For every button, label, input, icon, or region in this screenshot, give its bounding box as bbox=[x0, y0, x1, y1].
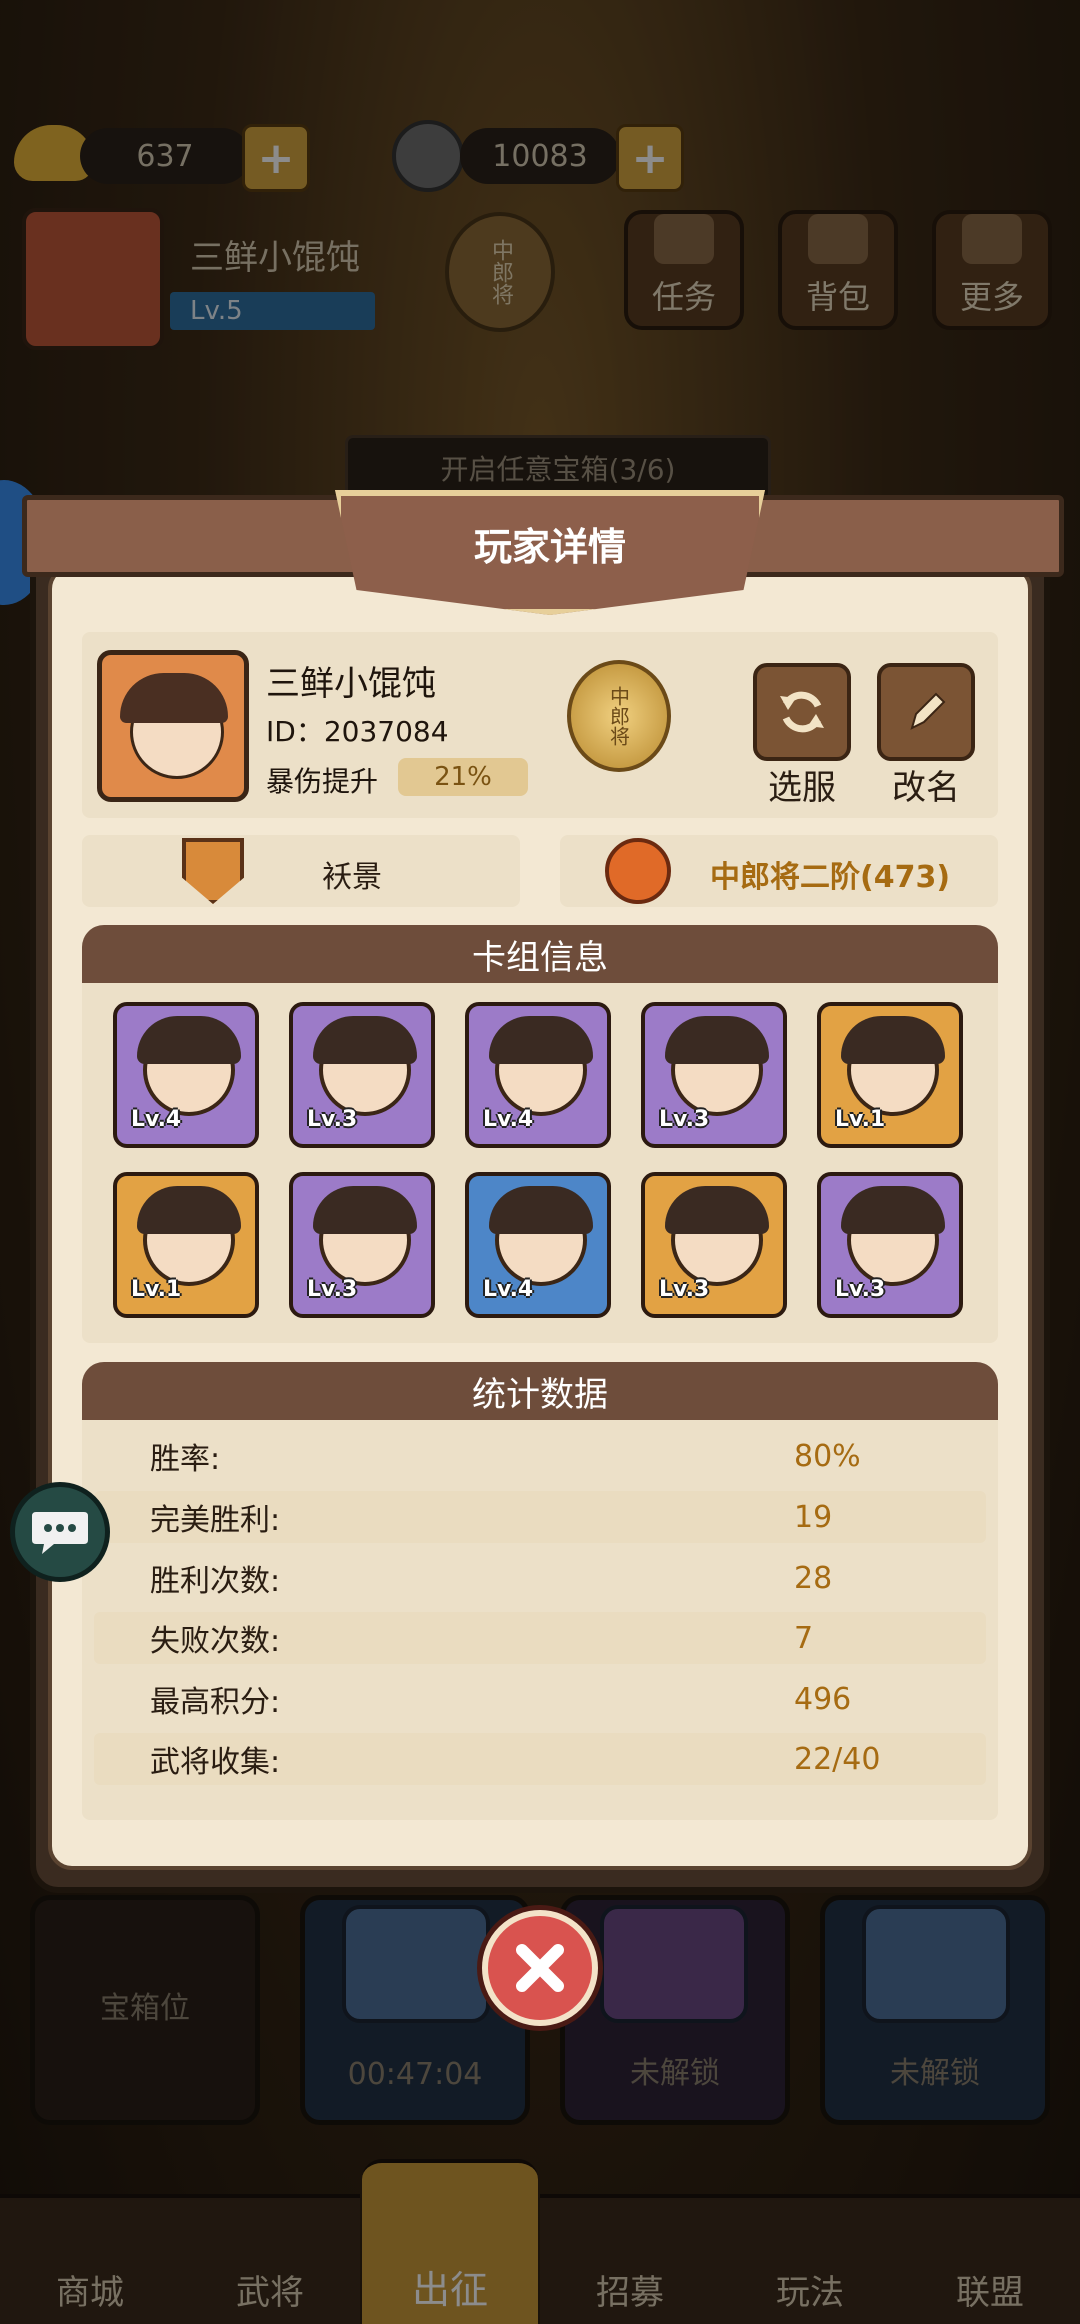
rank-pouch-icon bbox=[605, 838, 671, 904]
stat-value: 496 bbox=[794, 1681, 852, 1717]
refresh-icon bbox=[780, 691, 824, 733]
stat-value: 28 bbox=[794, 1560, 833, 1596]
card-level: Lv.3 bbox=[659, 1107, 710, 1132]
stat-value: 22/40 bbox=[794, 1741, 881, 1777]
stat-row-high-score: 最高积分: 496 bbox=[94, 1673, 986, 1725]
stats-header: 统计数据 bbox=[82, 1362, 998, 1420]
modal-title-text: 玩家详情 bbox=[473, 525, 626, 569]
stat-label: 胜率: bbox=[150, 1442, 221, 1477]
stat-value: 80% bbox=[794, 1438, 861, 1474]
switch-server-button[interactable] bbox=[753, 663, 851, 761]
card-level: Lv.3 bbox=[835, 1277, 886, 1302]
stat-row-collection: 武将收集: 22/40 bbox=[94, 1733, 986, 1785]
stat-label: 完美胜利: bbox=[150, 1503, 281, 1538]
stat-label: 最高积分: bbox=[150, 1685, 281, 1720]
card-level: Lv.4 bbox=[131, 1107, 182, 1132]
general-portrait bbox=[313, 1016, 417, 1064]
card-level: Lv.3 bbox=[307, 1107, 358, 1132]
stats-title: 统计数据 bbox=[472, 1374, 608, 1415]
stat-label: 失败次数: bbox=[150, 1624, 281, 1659]
crit-value-pill: 21% bbox=[398, 758, 528, 796]
deck-card[interactable]: Lv.3 bbox=[641, 1172, 787, 1318]
rename-button[interactable] bbox=[877, 663, 975, 761]
deck-card[interactable]: Lv.4 bbox=[465, 1172, 611, 1318]
deck-title: 卡组信息 bbox=[472, 937, 608, 978]
player-avatar bbox=[97, 650, 249, 802]
general-portrait bbox=[841, 1186, 945, 1234]
stat-value: 19 bbox=[794, 1499, 833, 1535]
deck-card[interactable]: Lv.1 bbox=[817, 1002, 963, 1148]
deck-card[interactable]: Lv.3 bbox=[289, 1002, 435, 1148]
chat-icon bbox=[32, 1512, 88, 1554]
chat-button[interactable] bbox=[10, 1482, 110, 1582]
stat-value: 7 bbox=[794, 1620, 814, 1656]
guild-name: 袄景 bbox=[322, 860, 382, 895]
player-id: ID：2037084 bbox=[266, 715, 449, 748]
card-level: Lv.3 bbox=[659, 1277, 710, 1302]
card-level: Lv.4 bbox=[483, 1107, 534, 1132]
switch-server-label[interactable]: 选服 bbox=[742, 760, 862, 809]
rank-badge-text: 中郎将 bbox=[606, 686, 631, 746]
card-level: Lv.4 bbox=[483, 1277, 534, 1302]
close-icon bbox=[516, 1944, 564, 1992]
stat-label: 胜利次数: bbox=[150, 1564, 281, 1599]
crit-value: 21% bbox=[434, 762, 492, 792]
stat-row-wins: 胜利次数: 28 bbox=[94, 1552, 986, 1604]
general-portrait bbox=[841, 1016, 945, 1064]
card-level: Lv.1 bbox=[835, 1107, 886, 1132]
player-name: 三鲜小馄饨 bbox=[266, 664, 436, 704]
general-portrait bbox=[137, 1016, 241, 1064]
crit-label: 暴伤提升 bbox=[266, 765, 379, 798]
deck-card[interactable]: Lv.4 bbox=[465, 1002, 611, 1148]
general-portrait bbox=[489, 1016, 593, 1064]
avatar-hair bbox=[120, 673, 228, 723]
stat-row-perfect-wins: 完美胜利: 19 bbox=[94, 1491, 986, 1543]
general-portrait bbox=[137, 1186, 241, 1234]
general-portrait bbox=[313, 1186, 417, 1234]
stat-row-losses: 失败次数: 7 bbox=[94, 1612, 986, 1664]
deck-card[interactable]: Lv.4 bbox=[113, 1002, 259, 1148]
deck-card[interactable]: Lv.3 bbox=[817, 1172, 963, 1318]
stat-label: 武将收集: bbox=[150, 1745, 281, 1780]
rank-text: 中郎将二阶(473) bbox=[710, 860, 951, 895]
pencil-icon bbox=[910, 692, 946, 730]
guild-bar[interactable] bbox=[82, 835, 520, 907]
general-portrait bbox=[665, 1186, 769, 1234]
deck-card[interactable]: Lv.1 bbox=[113, 1172, 259, 1318]
close-button[interactable] bbox=[482, 1910, 598, 2026]
general-portrait bbox=[489, 1186, 593, 1234]
deck-card[interactable]: Lv.3 bbox=[289, 1172, 435, 1318]
deck-header: 卡组信息 bbox=[82, 925, 998, 983]
stat-row-winrate: 胜率: 80% bbox=[94, 1430, 986, 1482]
rank-badge-icon: 中郎将 bbox=[567, 660, 671, 772]
general-portrait bbox=[665, 1016, 769, 1064]
deck-card[interactable]: Lv.3 bbox=[641, 1002, 787, 1148]
rename-label[interactable]: 改名 bbox=[866, 760, 986, 809]
card-level: Lv.1 bbox=[131, 1277, 182, 1302]
card-level: Lv.3 bbox=[307, 1277, 358, 1302]
